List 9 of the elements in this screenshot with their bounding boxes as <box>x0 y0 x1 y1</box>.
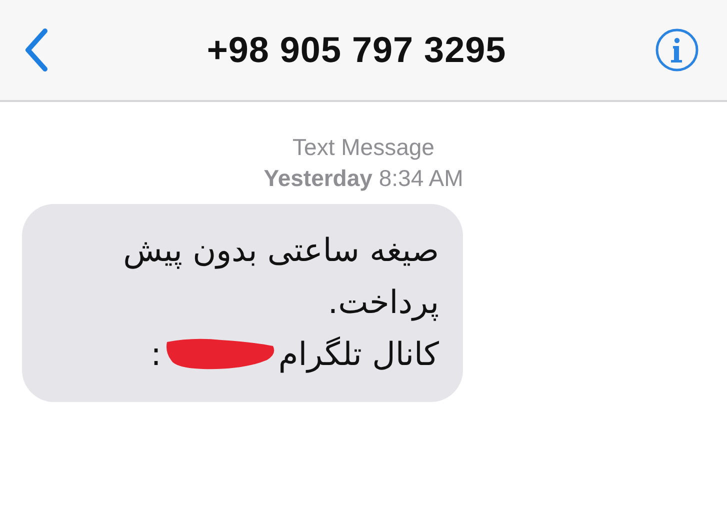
message-text: پرداخت. <box>328 282 439 323</box>
back-chevron-icon <box>23 27 49 73</box>
message-time: Yesterday 8:34 AM <box>264 164 464 193</box>
message-text: کانال تلگرام <box>278 334 439 375</box>
message-type-label: Text Message <box>292 133 434 162</box>
message-text: صیغه ساعتی بدون پیش <box>123 230 439 271</box>
info-icon <box>654 28 699 72</box>
contact-phone-number: +98 905 797 3295 <box>206 29 506 71</box>
message-text: : <box>150 334 162 375</box>
